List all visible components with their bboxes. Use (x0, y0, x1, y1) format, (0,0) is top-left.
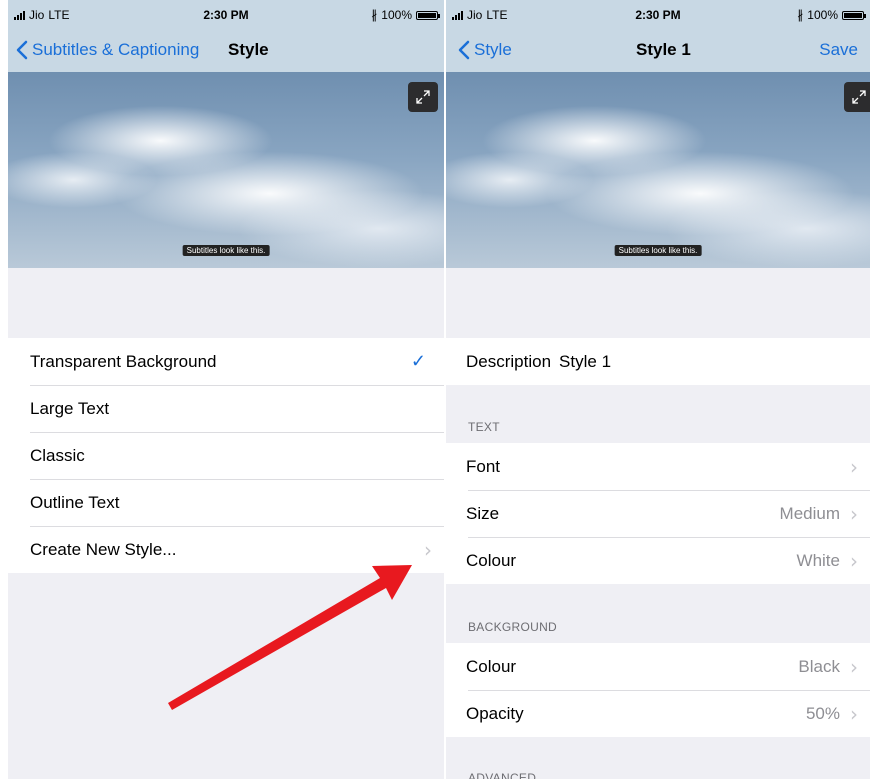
opacity-row[interactable]: Opacity 50% › (446, 690, 870, 737)
back-button-label: Style (474, 40, 512, 59)
expand-button[interactable] (844, 82, 870, 112)
right-screen: Jio LTE 2:30 PM ∦ 100% Style Style 1 Sav… (446, 0, 870, 779)
status-bar: Jio LTE 2:30 PM ∦ 100% (8, 0, 444, 28)
style-option-label: Create New Style... (30, 539, 177, 559)
style-list: Transparent Background ✓ Large Text Clas… (8, 338, 444, 573)
size-row[interactable]: Size Medium › (446, 490, 870, 537)
style-option-outline-text[interactable]: Outline Text (8, 479, 444, 526)
chevron-right-icon: › (850, 654, 858, 679)
back-button[interactable]: Subtitles & Captioning (16, 40, 199, 60)
style-option-label: Classic (30, 445, 85, 465)
page-title: Style (228, 40, 269, 59)
bluetooth-icon: ∦ (371, 8, 378, 22)
checkmark-icon: ✓ (410, 351, 426, 371)
subtitle-preview: Subtitles look like this. (446, 72, 870, 268)
chevron-right-icon: › (850, 454, 858, 479)
subtitle-sample: Subtitles look like this. (182, 245, 270, 256)
row-value: Medium (779, 503, 840, 523)
row-value: White (796, 550, 840, 570)
left-screen: Jio LTE 2:30 PM ∦ 100% Subtitles & Capti… (8, 0, 444, 779)
expand-icon (416, 90, 430, 104)
status-bar: Jio LTE 2:30 PM ∦ 100% (446, 0, 870, 28)
chevron-right-icon: › (424, 537, 432, 562)
font-row[interactable]: Font › (446, 443, 870, 490)
chevron-right-icon: › (850, 548, 858, 573)
page-title: Style 1 (636, 40, 691, 59)
navigation-bar: Subtitles & Captioning Style (8, 28, 444, 72)
battery-icon (416, 10, 440, 20)
style-option-classic[interactable]: Classic (8, 432, 444, 479)
row-value: Black (798, 656, 840, 676)
row-label: Font (466, 456, 501, 476)
chevron-left-icon (16, 40, 28, 60)
text-section-header: TEXT (468, 420, 500, 434)
save-button[interactable]: Save (819, 40, 858, 60)
style-option-label: Outline Text (30, 492, 120, 512)
chevron-right-icon: › (850, 701, 858, 726)
navigation-bar: Style Style 1 Save (446, 28, 870, 72)
background-colour-row[interactable]: Colour Black › (446, 643, 870, 690)
row-label: Colour (466, 550, 517, 570)
row-label: Size (466, 503, 500, 523)
description-label: Description (466, 351, 552, 371)
style-option-large-text[interactable]: Large Text (8, 385, 444, 432)
expand-button[interactable] (408, 82, 438, 112)
chevron-right-icon: › (850, 501, 858, 526)
back-button-label: Subtitles & Captioning (32, 40, 200, 59)
create-new-style-button[interactable]: Create New Style... › (8, 526, 444, 573)
row-label: Colour (466, 656, 517, 676)
subtitle-sample: Subtitles look like this. (614, 245, 702, 256)
row-label: Opacity (466, 703, 524, 723)
text-colour-row[interactable]: Colour White › (446, 537, 870, 584)
expand-icon (852, 90, 866, 104)
style-option-label: Transparent Background (30, 351, 217, 371)
battery-percent: 100% (807, 8, 838, 22)
background-settings-group: Colour Black › Opacity 50% › (446, 643, 870, 737)
description-row[interactable]: Description Style 1 (446, 338, 870, 385)
chevron-left-icon (458, 40, 470, 60)
subtitle-preview: Subtitles look like this. (8, 72, 444, 268)
battery-percent: 100% (381, 8, 412, 22)
background-section-header: BACKGROUND (468, 620, 558, 634)
text-settings-group: Font › Size Medium › Colour White › (446, 443, 870, 584)
style-option-label: Large Text (30, 398, 110, 418)
style-option-transparent-background[interactable]: Transparent Background ✓ (8, 338, 444, 385)
description-group: Description Style 1 (446, 338, 870, 385)
bluetooth-icon: ∦ (797, 8, 804, 22)
back-button[interactable]: Style (458, 40, 512, 60)
advanced-section-header: ADVANCED (468, 771, 537, 779)
battery-icon (842, 10, 866, 20)
description-value: Style 1 (559, 351, 612, 371)
row-value: 50% (805, 703, 840, 723)
